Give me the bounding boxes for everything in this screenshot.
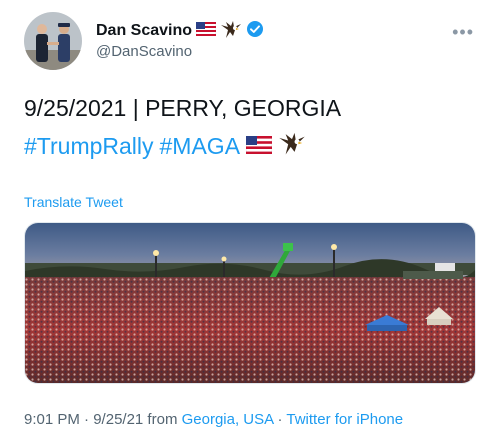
user-handle[interactable]: @DanScavino <box>96 43 192 60</box>
from-text: from <box>143 411 182 428</box>
tweet-time[interactable]: 9:01 PM <box>24 411 80 428</box>
tweet-hashtag-line: #TrumpRally #MAGA <box>24 130 306 162</box>
more-options-button[interactable]: ••• <box>452 22 474 43</box>
flag-us-icon <box>195 21 217 41</box>
location-link[interactable]: Georgia, USA <box>182 411 274 428</box>
eagle-icon <box>278 130 306 162</box>
flag-us-icon <box>245 133 273 160</box>
separator: · <box>79 411 94 428</box>
separator: · <box>273 411 287 428</box>
name-row: Dan Scavino <box>96 20 264 42</box>
eagle-icon <box>220 19 242 44</box>
hashtag-trumprally-link[interactable]: #TrumpRally <box>24 133 154 160</box>
hashtag-maga-link[interactable]: #MAGA <box>160 133 241 160</box>
tweet-date[interactable]: 9/25/21 <box>93 411 143 428</box>
tweet-card: Dan Scavino @DanScavino ••• 9/25/2021 | … <box>0 0 500 440</box>
avatar[interactable] <box>24 12 82 70</box>
rally-crowd-photo[interactable] <box>24 222 476 384</box>
display-name[interactable]: Dan Scavino <box>96 22 192 40</box>
tweet-text-line: 9/25/2021 | PERRY, GEORGIA <box>24 95 342 121</box>
translate-tweet-link[interactable]: Translate Tweet <box>24 194 123 210</box>
client-link[interactable]: Twitter for iPhone <box>286 411 403 428</box>
verified-icon <box>246 20 264 43</box>
tweet-metadata: 9:01 PM · 9/25/21 from Georgia, USA · Tw… <box>24 411 403 428</box>
